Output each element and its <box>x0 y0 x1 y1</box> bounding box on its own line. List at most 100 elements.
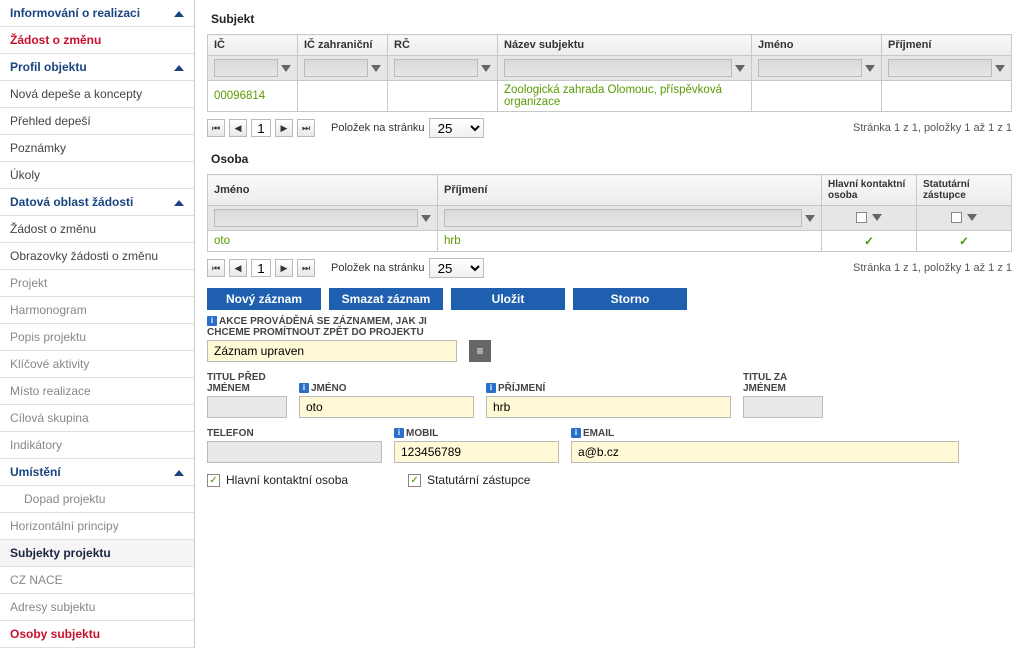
sidebar-item-label: Nová depeše a koncepty <box>10 87 142 101</box>
delete-button[interactable]: Smazat záznam <box>329 288 443 310</box>
col-prijmeni[interactable]: Příjmení <box>882 35 1012 56</box>
required-icon: i <box>394 428 404 438</box>
table-row[interactable]: 00096814 Zoologická zahrada Olomouc, pří… <box>208 81 1012 112</box>
sidebar-item-label: Informování o realizaci <box>10 6 140 20</box>
page-prev-icon[interactable]: ◀ <box>229 259 247 277</box>
sidebar-item-0[interactable]: Informování o realizaci <box>0 0 194 27</box>
sidebar-item-16[interactable]: Indikátory <box>0 432 194 459</box>
col-ic-zahr[interactable]: IČ zahraniční <box>298 35 388 56</box>
sidebar-item-1[interactable]: Žádost o změnu <box>0 27 194 54</box>
funnel-icon[interactable] <box>281 65 291 72</box>
funnel-icon[interactable] <box>995 65 1005 72</box>
pager-osoba: ⏮ ◀ ▶ ⏭ Položek na stránku 25 Stránka 1 … <box>207 258 1012 278</box>
required-icon: i <box>571 428 581 438</box>
sidebar-item-label: Místo realizace <box>10 384 91 398</box>
titul-pred-label: TITUL PŘED JMÉNEM <box>207 372 287 394</box>
sidebar-item-15[interactable]: Cílová skupina <box>0 405 194 432</box>
pager-subjekt: ⏮ ◀ ▶ ⏭ Položek na stránku 25 Stránka 1 … <box>207 118 1012 138</box>
funnel-icon[interactable] <box>805 215 815 222</box>
page-input[interactable] <box>251 119 271 137</box>
sidebar-item-17[interactable]: Umístění <box>0 459 194 486</box>
prijmeni-input[interactable] <box>486 396 731 418</box>
telefon-input[interactable] <box>207 441 382 463</box>
save-button[interactable]: Uložit <box>451 288 565 310</box>
page-last-icon[interactable]: ⏭ <box>297 119 315 137</box>
sidebar-item-19[interactable]: Horizontální principy <box>0 513 194 540</box>
titul-za-input[interactable] <box>743 396 823 418</box>
page-next-icon[interactable]: ▶ <box>275 119 293 137</box>
sidebar-item-23[interactable]: Osoby subjektu <box>0 621 194 648</box>
sidebar-item-label: Profil objektu <box>10 60 87 74</box>
sidebar-item-13[interactable]: Klíčové aktivity <box>0 351 194 378</box>
mobil-input[interactable] <box>394 441 559 463</box>
sidebar-item-7[interactable]: Datová oblast žádosti <box>0 189 194 216</box>
filter-oprijmeni[interactable] <box>444 209 802 227</box>
page-prev-icon[interactable]: ◀ <box>229 119 247 137</box>
sidebar-item-14[interactable]: Místo realizace <box>0 378 194 405</box>
sidebar-item-label: Poznámky <box>10 141 66 155</box>
section-subjekt-title: Subjekt <box>211 12 1012 26</box>
col-jmeno[interactable]: Jméno <box>752 35 882 56</box>
sidebar-item-label: Datová oblast žádosti <box>10 195 133 209</box>
filter-nazev[interactable] <box>504 59 732 77</box>
funnel-icon[interactable] <box>865 65 875 72</box>
hlavni-kontakt-checkbox[interactable]: Hlavní kontaktní osoba <box>207 473 348 487</box>
filter-hlavni-checkbox[interactable] <box>856 212 867 223</box>
sidebar-item-12[interactable]: Popis projektu <box>0 324 194 351</box>
sidebar-item-3[interactable]: Nová depeše a koncepty <box>0 81 194 108</box>
cell-ojmeno: oto <box>208 231 438 252</box>
filter-prijmeni[interactable] <box>888 59 992 77</box>
funnel-icon[interactable] <box>967 214 977 221</box>
akce-input[interactable] <box>207 340 457 362</box>
list-picker-button[interactable]: ≡ <box>469 340 491 362</box>
filter-ic[interactable] <box>214 59 278 77</box>
sidebar-item-18[interactable]: Dopad projektu <box>0 486 194 513</box>
sidebar-item-6[interactable]: Úkoly <box>0 162 194 189</box>
sidebar-item-21[interactable]: CZ NACE <box>0 567 194 594</box>
filter-statut-checkbox[interactable] <box>951 212 962 223</box>
sidebar-item-9[interactable]: Obrazovky žádosti o změnu <box>0 243 194 270</box>
sidebar-item-11[interactable]: Harmonogram <box>0 297 194 324</box>
funnel-icon[interactable] <box>872 214 882 221</box>
funnel-icon[interactable] <box>421 215 431 222</box>
email-input[interactable] <box>571 441 959 463</box>
per-page-select[interactable]: 25 <box>429 258 484 278</box>
funnel-icon[interactable] <box>735 65 745 72</box>
filter-jmeno[interactable] <box>758 59 862 77</box>
cancel-button[interactable]: Storno <box>573 288 687 310</box>
col-ojmeno[interactable]: Jméno <box>208 175 438 206</box>
page-first-icon[interactable]: ⏮ <box>207 119 225 137</box>
sidebar-item-22[interactable]: Adresy subjektu <box>0 594 194 621</box>
page-first-icon[interactable]: ⏮ <box>207 259 225 277</box>
new-button[interactable]: Nový záznam <box>207 288 321 310</box>
filter-ic-zahr[interactable] <box>304 59 368 77</box>
col-rc[interactable]: RČ <box>388 35 498 56</box>
col-nazev[interactable]: Název subjektu <box>498 35 752 56</box>
sidebar-item-label: Indikátory <box>10 438 62 452</box>
page-input[interactable] <box>251 259 271 277</box>
sidebar-item-label: Subjekty projektu <box>10 546 111 560</box>
jmeno-input[interactable] <box>299 396 474 418</box>
col-statut[interactable]: Statutární zástupce <box>917 175 1012 206</box>
filter-ojmeno[interactable] <box>214 209 418 227</box>
sidebar-item-10[interactable]: Projekt <box>0 270 194 297</box>
col-oprijmeni[interactable]: Příjmení <box>438 175 822 206</box>
sidebar-item-4[interactable]: Přehled depeší <box>0 108 194 135</box>
sidebar-item-8[interactable]: Žádost o změnu <box>0 216 194 243</box>
filter-rc[interactable] <box>394 59 478 77</box>
funnel-icon[interactable] <box>371 65 381 72</box>
titul-pred-input[interactable] <box>207 396 287 418</box>
sidebar-item-2[interactable]: Profil objektu <box>0 54 194 81</box>
sidebar-item-20[interactable]: Subjekty projektu <box>0 540 194 567</box>
page-last-icon[interactable]: ⏭ <box>297 259 315 277</box>
sidebar-item-label: Žádost o změnu <box>10 33 101 47</box>
page-next-icon[interactable]: ▶ <box>275 259 293 277</box>
col-hlavni[interactable]: Hlavní kontaktní osoba <box>822 175 917 206</box>
table-row[interactable]: oto hrb ✓ ✓ <box>208 231 1012 252</box>
per-page-select[interactable]: 25 <box>429 118 484 138</box>
statut-zastupce-checkbox[interactable]: Statutární zástupce <box>408 473 530 487</box>
sidebar-item-5[interactable]: Poznámky <box>0 135 194 162</box>
cell-hlavni-check: ✓ <box>822 231 917 252</box>
col-ic[interactable]: IČ <box>208 35 298 56</box>
funnel-icon[interactable] <box>481 65 491 72</box>
